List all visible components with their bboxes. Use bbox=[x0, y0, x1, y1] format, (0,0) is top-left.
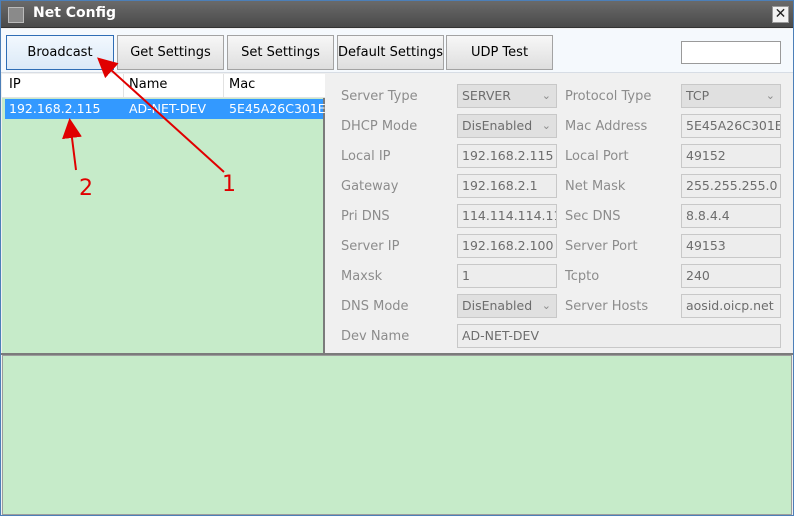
default-settings-button[interactable]: Default Settings bbox=[337, 35, 444, 70]
chevron-down-icon: ⌄ bbox=[541, 119, 551, 132]
local-ip-label: Local IP bbox=[341, 149, 391, 164]
maxsk-label: Maxsk bbox=[341, 269, 383, 284]
dev-name-field[interactable]: AD-NET-DEV bbox=[457, 324, 781, 348]
set-settings-button[interactable]: Set Settings bbox=[227, 35, 334, 70]
local-ip-field[interactable]: 192.168.2.115 bbox=[457, 144, 557, 168]
dns-mode-label: DNS Mode bbox=[341, 299, 409, 314]
server-type-select[interactable]: SERVER ⌄ bbox=[457, 84, 557, 108]
window-title: Net Config bbox=[33, 5, 117, 21]
pri-dns-label: Pri DNS bbox=[341, 209, 390, 224]
app-icon bbox=[8, 7, 24, 23]
net-mask-field[interactable]: 255.255.255.0 bbox=[681, 174, 781, 198]
chevron-down-icon: ⌄ bbox=[541, 89, 551, 102]
column-header-ip[interactable]: IP bbox=[9, 77, 21, 92]
device-mac: 5E45A26C301E bbox=[229, 101, 326, 116]
server-hosts-field[interactable]: aosid.oicp.net bbox=[681, 294, 781, 318]
mac-address-field[interactable]: 5E45A26C301E bbox=[681, 114, 781, 138]
gateway-field[interactable]: 192.168.2.1 bbox=[457, 174, 557, 198]
toolbar: Broadcast Get Settings Set Settings Defa… bbox=[1, 29, 793, 73]
toolbar-input[interactable] bbox=[681, 41, 781, 64]
title-bar: Net Config ✕ bbox=[1, 1, 793, 28]
dns-mode-select[interactable]: DisEnabled ⌄ bbox=[457, 294, 557, 318]
dhcp-mode-select[interactable]: DisEnabled ⌄ bbox=[457, 114, 557, 138]
get-settings-button[interactable]: Get Settings bbox=[117, 35, 224, 70]
pri-dns-field[interactable]: 114.114.114.114 bbox=[457, 204, 557, 228]
server-type-label: Server Type bbox=[341, 89, 418, 104]
chevron-down-icon: ⌄ bbox=[541, 299, 551, 312]
sec-dns-field[interactable]: 8.8.4.4 bbox=[681, 204, 781, 228]
net-config-window: Net Config ✕ Broadcast Get Settings Set … bbox=[0, 0, 794, 516]
dns-mode-value: DisEnabled bbox=[462, 298, 533, 313]
udp-test-button[interactable]: UDP Test bbox=[446, 35, 553, 70]
maxsk-field[interactable]: 1 bbox=[457, 264, 557, 288]
local-port-field[interactable]: 49152 bbox=[681, 144, 781, 168]
device-ip: 192.168.2.115 bbox=[9, 101, 101, 116]
chevron-down-icon: ⌄ bbox=[765, 89, 775, 102]
column-separator[interactable] bbox=[223, 74, 224, 98]
server-hosts-label: Server Hosts bbox=[565, 299, 649, 314]
server-type-value: SERVER bbox=[462, 88, 511, 103]
column-header-mac[interactable]: Mac bbox=[229, 77, 255, 92]
dev-name-label: Dev Name bbox=[341, 329, 410, 344]
server-port-field[interactable]: 49153 bbox=[681, 234, 781, 258]
dhcp-mode-value: DisEnabled bbox=[462, 118, 533, 133]
column-header-name[interactable]: Name bbox=[129, 77, 167, 92]
column-separator[interactable] bbox=[123, 74, 124, 98]
net-mask-label: Net Mask bbox=[565, 179, 626, 194]
local-port-label: Local Port bbox=[565, 149, 629, 164]
mac-address-label: Mac Address bbox=[565, 119, 648, 134]
protocol-type-value: TCP bbox=[686, 88, 710, 103]
server-port-label: Server Port bbox=[565, 239, 638, 254]
protocol-type-select[interactable]: TCP ⌄ bbox=[681, 84, 781, 108]
tcpto-field[interactable]: 240 bbox=[681, 264, 781, 288]
device-row[interactable]: 192.168.2.115 AD-NET-DEV 5E45A26C301E bbox=[5, 99, 326, 119]
sec-dns-label: Sec DNS bbox=[565, 209, 621, 224]
annotation-label-2: 2 bbox=[79, 176, 93, 201]
tcpto-label: Tcpto bbox=[565, 269, 600, 284]
device-list[interactable]: IP Name Mac 192.168.2.115 AD-NET-DEV 5E4… bbox=[2, 74, 326, 353]
settings-panel: Server Type SERVER ⌄ Protocol Type TCP ⌄… bbox=[327, 74, 793, 353]
dhcp-mode-label: DHCP Mode bbox=[341, 119, 418, 134]
server-ip-field[interactable]: 192.168.2.100 bbox=[457, 234, 557, 258]
close-icon[interactable]: ✕ bbox=[772, 6, 789, 23]
broadcast-button[interactable]: Broadcast bbox=[6, 35, 114, 70]
gateway-label: Gateway bbox=[341, 179, 399, 194]
device-list-header: IP Name Mac bbox=[2, 74, 325, 98]
log-panel[interactable] bbox=[2, 355, 792, 515]
server-ip-label: Server IP bbox=[341, 239, 400, 254]
device-name: AD-NET-DEV bbox=[129, 101, 207, 116]
annotation-label-1: 1 bbox=[222, 172, 236, 197]
protocol-type-label: Protocol Type bbox=[565, 89, 652, 104]
